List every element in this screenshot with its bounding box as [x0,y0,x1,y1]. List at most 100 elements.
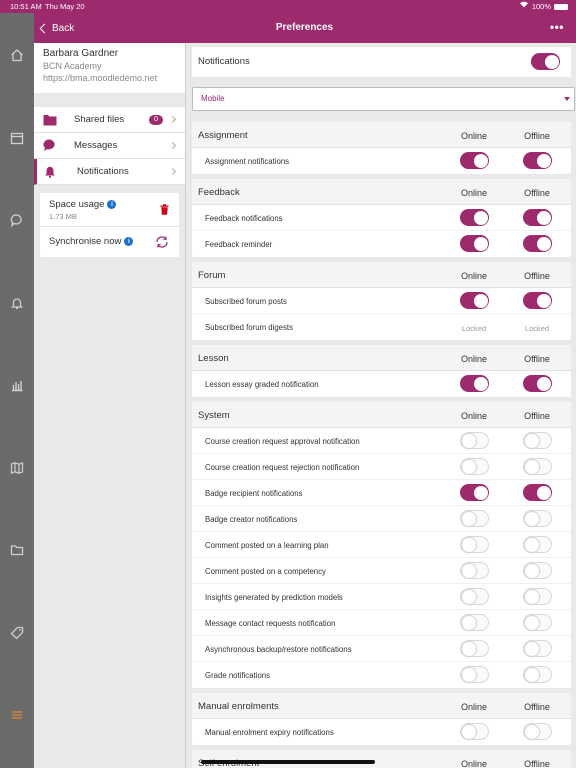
menu-item-shared-files[interactable]: Shared files 0 [34,107,185,133]
chart-icon[interactable] [8,376,26,394]
online-toggle[interactable] [460,484,489,501]
offline-toggle[interactable] [523,536,552,553]
online-toggle[interactable] [460,510,489,527]
offline-toggle[interactable] [523,666,552,683]
section-header: Manual enrolments Online Offline [192,693,571,719]
preferences-panel: Notifications Mobile Assignment Online Off… [187,43,576,768]
preference-label: Course creation request rejection notifi… [205,463,360,472]
space-usage-label: Space usage [49,199,105,210]
offline-toggle[interactable] [523,614,552,631]
offline-column-header: Offline [524,131,550,141]
app-header: Back Preferences ••• [34,13,576,43]
folder-icon[interactable] [8,541,26,559]
section-header: Self enrolmentOnlineOffline [192,750,571,768]
chevron-left-icon [39,23,50,33]
sync-icon[interactable] [155,235,169,252]
preference-label: Grade notifications [205,671,271,680]
online-toggle[interactable] [460,209,489,226]
user-info: Barbara Gardner BCN Academy https://bma.… [34,43,185,93]
page-title: Preferences [275,22,334,33]
info-icon[interactable]: i [124,237,134,246]
offline-toggle[interactable] [523,562,552,579]
offline-toggle[interactable] [523,152,552,169]
online-column-header: Online [460,354,487,364]
offline-locked-label: Locked [524,324,550,333]
preference-label: Message contact requests notification [205,619,336,628]
home-icon[interactable] [8,46,26,64]
preference-label: Badge recipient notifications [205,489,303,498]
user-name: Barbara Gardner [43,48,119,59]
status-time: 10:51 AM [10,2,42,11]
online-toggle[interactable] [460,666,489,683]
offline-toggle[interactable] [523,484,552,501]
preference-row: Feedback reminder [192,231,571,257]
bell-icon[interactable] [8,294,26,312]
notifications-toggle-card: Notifications [192,47,571,77]
offline-toggle[interactable] [523,292,552,309]
menu-icon[interactable] [8,706,26,724]
processor-selected: Mobile [201,94,225,103]
offline-column-header: Offline [524,271,550,281]
section-title: Lesson [198,353,229,364]
section-header: Feedback Online Offline [192,179,571,205]
preference-row: Badge recipient notifications [192,480,571,506]
preference-label: Feedback reminder [205,240,273,249]
offline-toggle[interactable] [523,209,552,226]
offline-toggle[interactable] [523,458,552,475]
folder-icon [43,113,57,127]
online-toggle[interactable] [460,640,489,657]
section-card: Lesson Online Offline Lesson essay graded n… [192,345,571,397]
chevron-right-icon [168,115,177,124]
section-title: Feedback [198,187,240,198]
online-toggle[interactable] [460,152,489,169]
online-toggle[interactable] [460,723,489,740]
trash-icon[interactable] [160,204,169,218]
offline-toggle[interactable] [523,432,552,449]
offline-toggle[interactable] [523,640,552,657]
online-toggle[interactable] [460,588,489,605]
offline-toggle[interactable] [523,723,552,740]
preference-row: Manual enrolment expiry notifications [192,719,571,745]
preference-label: Manual enrolment expiry notifications [205,728,334,737]
preference-row: Comment posted on a learning plan [192,532,571,558]
offline-toggle[interactable] [523,588,552,605]
online-column-header: Online [460,131,487,141]
online-toggle[interactable] [460,235,489,252]
offline-toggle[interactable] [523,510,552,527]
section-header: Assignment Online Offline [192,122,571,148]
section-card: Assignment Online Offline Assignment notifi… [192,122,571,174]
map-icon[interactable] [8,459,26,477]
battery-percent: 100% [531,2,551,11]
chat-icon[interactable] [8,211,26,229]
section-title: System [198,410,230,421]
menu-item-label: Shared files [74,114,125,125]
online-toggle[interactable] [460,562,489,579]
online-toggle[interactable] [460,375,489,392]
preference-row: Subscribed forum posts [192,288,571,314]
more-icon[interactable]: ••• [550,21,564,33]
online-toggle[interactable] [460,614,489,631]
info-icon[interactable]: i [107,200,117,209]
menu-item-notifications[interactable]: Notifications [34,159,185,185]
offline-toggle[interactable] [523,235,552,252]
offline-toggle[interactable] [523,375,552,392]
calendar-icon[interactable] [8,129,26,147]
online-toggle[interactable] [460,536,489,553]
online-toggle[interactable] [460,292,489,309]
back-button[interactable]: Back [39,13,74,43]
section-card: Forum Online Offline Subscribed forum posts… [192,262,571,340]
tag-icon[interactable] [8,624,26,642]
notifications-toggle[interactable] [531,53,560,70]
status-date: Thu May 20 [45,2,85,11]
preference-label: Comment posted on a learning plan [205,541,329,550]
section-card: System Online Offline Course creation reque… [192,402,571,688]
space-usage-row: Space usage i 1.73 MB [40,193,179,227]
synchronise-row[interactable]: Synchronise now i [40,227,179,257]
storage-card: Space usage i 1.73 MB Synchronise now i [40,193,179,257]
user-menu: Shared files 0 Messages Notifications [34,107,185,185]
online-toggle[interactable] [460,458,489,475]
section-card: Manual enrolments Online Offline Manual enr… [192,693,571,745]
processor-select[interactable]: Mobile [192,87,575,111]
menu-item-messages[interactable]: Messages [34,133,185,159]
online-toggle[interactable] [460,432,489,449]
